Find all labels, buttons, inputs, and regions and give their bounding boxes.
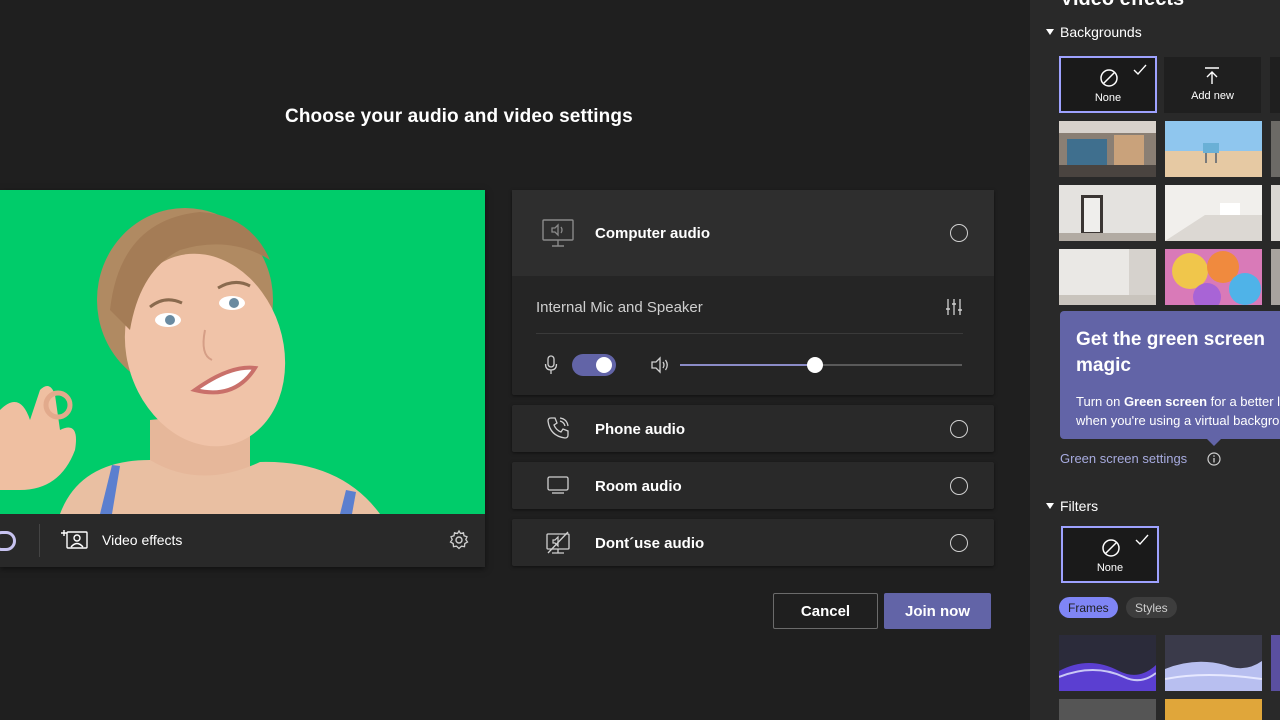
promo-text-part: for a better l (1207, 394, 1280, 409)
frame-tile-lavender-wave[interactable] (1165, 635, 1262, 691)
computer-speaker-icon (542, 219, 574, 247)
background-tile[interactable] (1271, 121, 1280, 177)
no-audio-label: Dont´use audio (595, 535, 705, 552)
cancel-button[interactable]: Cancel (773, 593, 878, 629)
volume-slider-fill (680, 364, 816, 366)
background-tile[interactable] (1270, 57, 1280, 113)
filters-section-toggle[interactable]: Filters (1046, 498, 1098, 514)
phone-icon (546, 416, 570, 440)
speaker-off-icon (546, 531, 570, 555)
caret-down-icon (1046, 503, 1054, 509)
promo-pointer (1207, 439, 1221, 446)
room-audio-radio[interactable] (950, 477, 968, 495)
green-screen-promo: Get the green screen magic Turn on Green… (1060, 311, 1280, 439)
background-tile[interactable] (1271, 249, 1280, 305)
add-new-background-tile[interactable]: Add new (1164, 57, 1261, 113)
monitor-icon (547, 476, 569, 496)
video-effects-button[interactable]: Video effects (102, 532, 182, 548)
background-room-tile[interactable] (1059, 185, 1156, 241)
computer-audio-header[interactable]: Computer audio (512, 190, 994, 276)
none-icon (1101, 538, 1121, 558)
room-audio-label: Room audio (595, 478, 682, 495)
background-none-tile[interactable]: None (1059, 56, 1157, 113)
preview-toolbar: Video effects (0, 514, 485, 567)
camera-feed (0, 190, 485, 514)
upload-icon (1204, 67, 1220, 85)
panel-title: Video effects (1060, 0, 1184, 11)
promo-text-emphasis: Green screen (1123, 394, 1208, 409)
gear-icon[interactable] (448, 529, 470, 551)
filters-heading: Filters (1060, 498, 1099, 514)
video-preview: Video effects (0, 190, 485, 567)
frame-tile[interactable] (1165, 699, 1262, 720)
no-audio-radio[interactable] (950, 534, 968, 552)
computer-audio-label: Computer audio (595, 225, 710, 242)
promo-text: Turn on Green screen for a better l when… (1076, 392, 1280, 430)
background-balloons-tile[interactable] (1165, 249, 1262, 305)
toggle-knob (596, 357, 612, 373)
video-effects-panel: Video effects Backgrounds None Add new (1030, 0, 1280, 720)
room-audio-option[interactable]: Room audio (512, 462, 994, 509)
backgrounds-section-toggle[interactable]: Backgrounds (1046, 24, 1142, 40)
add-new-label: Add new (1191, 90, 1234, 102)
person-image (0, 208, 380, 514)
audio-device-name[interactable]: Internal Mic and Speaker (536, 299, 703, 316)
volume-slider[interactable] (680, 357, 962, 373)
phone-audio-option[interactable]: Phone audio (512, 405, 994, 452)
promo-text-line-2: when you're using a virtual backgro (1076, 413, 1280, 428)
filter-none-label: None (1096, 562, 1124, 574)
tab-frames[interactable]: Frames (1059, 597, 1118, 618)
pre-join-screen: Choose your audio and video settings Vid… (0, 0, 1030, 720)
no-audio-option[interactable]: Dont´use audio (512, 519, 994, 566)
phone-audio-label: Phone audio (595, 421, 685, 438)
background-office-tile[interactable] (1059, 121, 1156, 177)
frame-tile[interactable] (1271, 635, 1280, 691)
checkmark-icon (1135, 533, 1149, 546)
background-loft-tile[interactable] (1165, 185, 1262, 241)
checkmark-icon (1133, 63, 1147, 76)
promo-title: Get the green screen magic (1076, 329, 1266, 376)
background-white-room-tile[interactable] (1059, 249, 1156, 305)
microphone-icon (544, 355, 558, 375)
filter-none-tile[interactable]: None (1061, 526, 1159, 583)
toolbar-divider (39, 524, 40, 557)
none-icon (1099, 68, 1119, 88)
join-now-button[interactable]: Join now (884, 593, 991, 629)
computer-audio-radio[interactable] (950, 224, 968, 242)
background-none-label: None (1094, 92, 1122, 104)
promo-text-part: Turn on (1076, 394, 1124, 409)
phone-audio-radio[interactable] (950, 420, 968, 438)
computer-audio-option[interactable]: Computer audio Internal Mic and Speaker (512, 190, 994, 395)
background-beach-tile[interactable] (1165, 121, 1262, 177)
background-tile[interactable] (1271, 185, 1280, 241)
green-screen-settings-link[interactable]: Green screen settings (1060, 451, 1187, 466)
frame-tile-purple-wave[interactable] (1059, 635, 1156, 691)
divider (536, 333, 963, 334)
video-effects-icon[interactable] (61, 528, 89, 552)
speaker-icon (650, 356, 670, 374)
camera-toggle[interactable] (0, 531, 16, 551)
volume-slider-thumb[interactable] (807, 357, 824, 373)
tab-styles[interactable]: Styles (1126, 597, 1177, 618)
page-title: Choose your audio and video settings (285, 106, 633, 127)
info-icon[interactable] (1207, 452, 1221, 466)
frame-tile[interactable] (1059, 699, 1156, 720)
backgrounds-heading: Backgrounds (1060, 24, 1142, 40)
mic-toggle[interactable] (572, 354, 616, 376)
caret-down-icon (1046, 29, 1054, 35)
device-settings-icon[interactable] (945, 298, 963, 316)
